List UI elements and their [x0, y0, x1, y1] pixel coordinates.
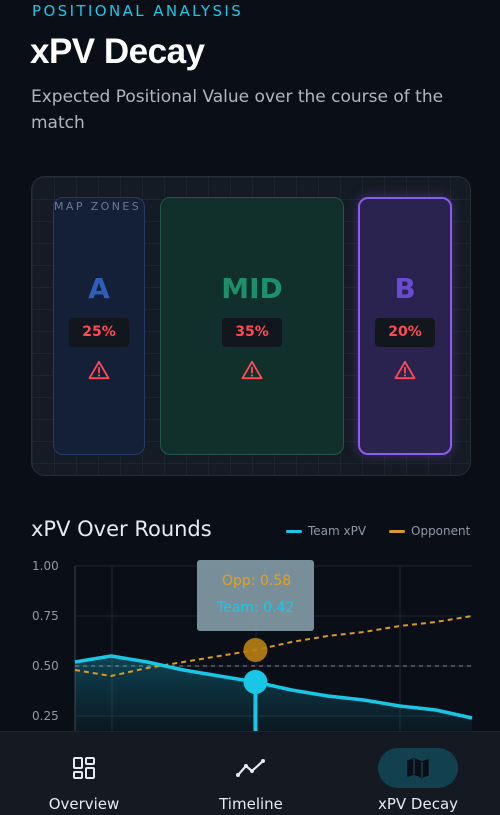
bottom-navigation: Overview Timeline xPV Decay [0, 731, 500, 815]
nav-icon-container [44, 748, 124, 788]
tooltip-team-value: Team: 0.42 [217, 600, 295, 616]
y-tick-label: 0.50 [32, 659, 59, 673]
zone-percentage: 25% [69, 318, 129, 347]
zone-b[interactable]: B 20% [358, 197, 452, 455]
legend-label: Opponent [411, 524, 471, 538]
nav-label: Timeline [219, 795, 283, 813]
map-icon [407, 758, 429, 778]
page-title: xPV Decay [30, 32, 205, 71]
legend-label: Team xPV [308, 524, 367, 538]
map-zones-label: MAP ZONES [54, 200, 142, 213]
y-tick-label: 0.25 [32, 709, 59, 723]
legend-swatch [286, 529, 302, 533]
zone-name: B [394, 272, 416, 305]
nav-label: xPV Decay [377, 795, 459, 813]
warning-triangle-icon [241, 360, 263, 380]
dashboard-icon [73, 757, 95, 779]
nav-label: Overview [48, 795, 120, 813]
zone-percentage: 35% [222, 318, 282, 347]
nav-icon-container [378, 748, 458, 788]
y-tick-label: 0.75 [32, 609, 59, 623]
legend-team[interactable]: Team xPV [286, 523, 366, 539]
zone-a[interactable]: A 25% [53, 197, 145, 455]
nav-item-timeline[interactable]: Timeline [171, 732, 331, 815]
nav-item-overview[interactable]: Overview [4, 732, 164, 815]
chart-tooltip: Opp: 0.58 Team: 0.42 [197, 560, 314, 631]
team-area-fill [75, 656, 472, 731]
zone-mid[interactable]: MID 35% [160, 197, 344, 455]
chart-title: xPV Over Rounds [31, 517, 212, 541]
legend-swatch [389, 529, 405, 533]
map-zones-card: A 25% MID 35% B 20% MAP ZONES [31, 176, 471, 476]
y-tick-label: 1.00 [32, 559, 59, 573]
zone-name: MID [221, 272, 283, 305]
tooltip-opponent-value: Opp: 0.58 [222, 573, 292, 589]
zone-name: A [88, 272, 110, 305]
warning-triangle-icon [394, 360, 416, 380]
zone-percentage: 20% [375, 318, 435, 347]
warning-triangle-icon [88, 360, 110, 380]
nav-icon-container [211, 748, 291, 788]
trend-line-icon [236, 759, 265, 777]
legend-opponent[interactable]: Opponent [389, 523, 470, 539]
section-eyebrow: POSITIONAL ANALYSIS [32, 2, 244, 20]
nav-item-xpv-decay[interactable]: xPV Decay [338, 732, 498, 815]
highlight-point-team [243, 670, 268, 694]
highlight-point-opponent [243, 638, 268, 662]
page-subtitle: Expected Positional Value over the cours… [31, 87, 444, 133]
